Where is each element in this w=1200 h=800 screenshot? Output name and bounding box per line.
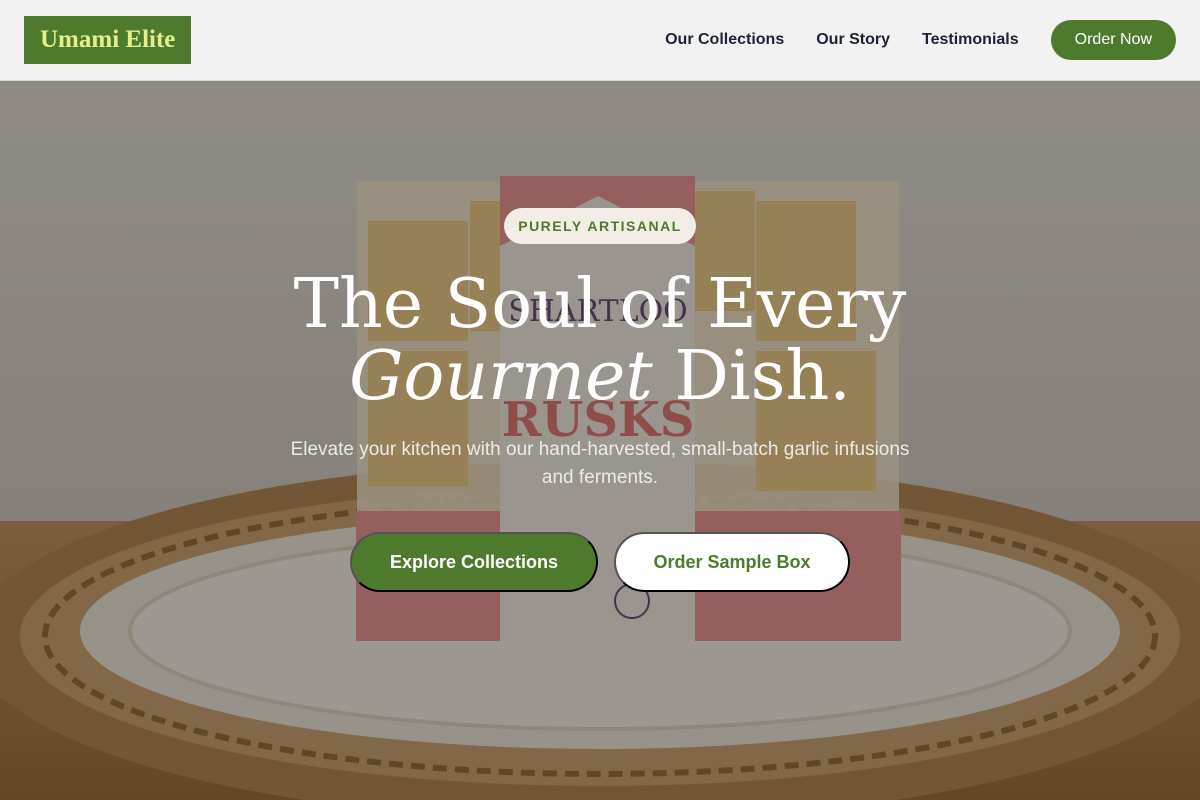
nav-link-our-collections[interactable]: Our Collections xyxy=(665,31,784,49)
artisanal-badge: PURELY ARTISANAL xyxy=(504,208,696,244)
headline-line-2-rest: Dish. xyxy=(652,337,851,416)
headline-line-1: The Soul of Every xyxy=(293,265,907,344)
nav-link-testimonials[interactable]: Testimonials xyxy=(922,31,1019,49)
brand-logo[interactable]: Umami Elite xyxy=(24,16,192,64)
headline-italic-word: Gourmet xyxy=(349,337,653,416)
main-nav: Our Collections Our Story Testimonials O… xyxy=(665,20,1176,60)
order-sample-box-button[interactable]: Order Sample Box xyxy=(614,532,850,592)
hero-content: PURELY ARTISANAL The Soul of Every Gourm… xyxy=(0,81,1200,800)
order-now-button[interactable]: Order Now xyxy=(1050,20,1176,60)
hero-subtext: Elevate your kitchen with our hand-harve… xyxy=(290,439,910,488)
explore-collections-button[interactable]: Explore Collections xyxy=(350,532,598,592)
hero-headline: The Soul of Every Gourmet Dish. xyxy=(0,269,1200,413)
site-header: Umami Elite Our Collections Our Story Te… xyxy=(0,0,1200,81)
nav-link-our-story[interactable]: Our Story xyxy=(816,31,890,49)
